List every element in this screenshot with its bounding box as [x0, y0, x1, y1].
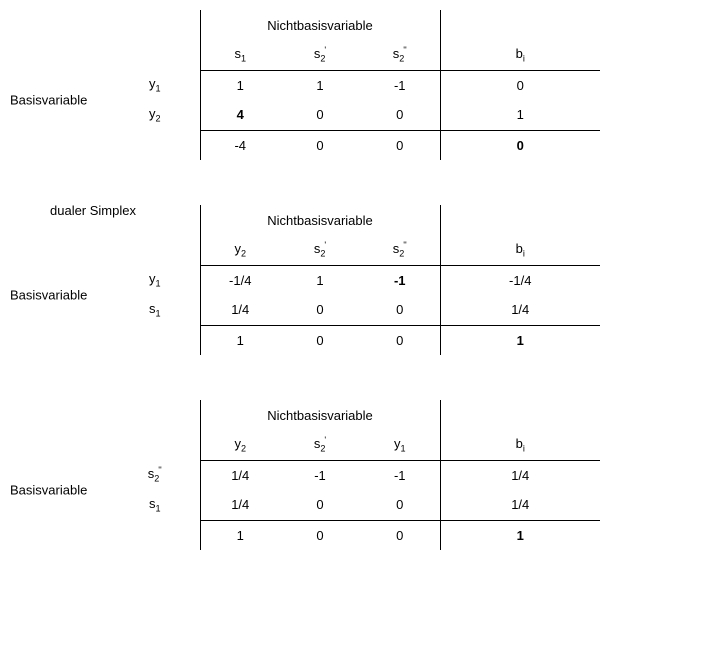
row-label: y1Basisvariable [110, 70, 200, 100]
row-label: s1 [110, 295, 200, 325]
col-header: y2 [200, 430, 280, 460]
cell: 0 [280, 100, 360, 130]
basis-label: Basisvariable [10, 483, 110, 498]
obj-cell: 0 [280, 520, 360, 550]
cell: 0 [360, 295, 440, 325]
cell: -1/4 [200, 265, 280, 295]
obj-cell: 1 [200, 520, 280, 550]
cell: -1 [360, 265, 440, 295]
cell: -1 [360, 460, 440, 490]
obj-cell-b: 0 [440, 130, 600, 160]
cell-b: 0 [440, 70, 600, 100]
obj-cell: 0 [280, 325, 360, 355]
basis-label: Basisvariable [10, 288, 110, 303]
row-label: y2 [110, 100, 200, 130]
cell: 4 [200, 100, 280, 130]
nonbasis-header: Nichtbasisvariable [200, 400, 440, 430]
cell-b: -1/4 [440, 265, 600, 295]
col-header-b: bi [440, 235, 600, 265]
obj-cell: 1 [200, 325, 280, 355]
col-header: y2 [200, 235, 280, 265]
cell-b: 1/4 [440, 460, 600, 490]
col-header-b: bi [440, 430, 600, 460]
cell: 1 [200, 70, 280, 100]
simplex-table: Nichtbasisvariabley2s2'y1bi s2''Basisvari… [110, 400, 600, 550]
col-header: s2' [280, 430, 360, 460]
row-label: s1 [110, 490, 200, 520]
obj-cell: 0 [360, 325, 440, 355]
simplex-table: Nichtbasisvariables1s2's2''bi y1Basisvari… [110, 10, 600, 160]
col-header-b: bi [440, 40, 600, 70]
col-header: s2'' [360, 40, 440, 70]
obj-cell: 0 [360, 130, 440, 160]
nonbasis-header: Nichtbasisvariable [200, 205, 440, 235]
obj-cell: 0 [360, 520, 440, 550]
cell: 0 [280, 490, 360, 520]
nonbasis-header: Nichtbasisvariable [200, 10, 440, 40]
basis-label: Basisvariable [10, 93, 110, 108]
obj-cell: 0 [280, 130, 360, 160]
obj-cell-b: 1 [440, 520, 600, 550]
col-header: s2' [280, 40, 360, 70]
cell: 1/4 [200, 490, 280, 520]
cell: 1 [280, 265, 360, 295]
cell: -1 [360, 70, 440, 100]
cell: 0 [360, 490, 440, 520]
simplex-table: Nichtbasisvariabley2s2's2''bi y1Basisvari… [110, 205, 600, 355]
cell: 0 [360, 100, 440, 130]
cell-b: 1/4 [440, 295, 600, 325]
col-header: y1 [360, 430, 440, 460]
cell: 1 [280, 70, 360, 100]
tableau: dualer SimplexNichtbasisvariabley2s2's2'… [10, 205, 699, 355]
cell-b: 1 [440, 100, 600, 130]
cell: 1/4 [200, 460, 280, 490]
obj-cell: -4 [200, 130, 280, 160]
cell: -1 [280, 460, 360, 490]
tableau: Nichtbasisvariables1s2's2''bi y1Basisvari… [10, 10, 699, 160]
tableau: Nichtbasisvariabley2s2'y1bi s2''Basisvari… [10, 400, 699, 550]
row-label: y1Basisvariable [110, 265, 200, 295]
col-header: s1 [200, 40, 280, 70]
cell-b: 1/4 [440, 490, 600, 520]
col-header: s2' [280, 235, 360, 265]
cell: 1/4 [200, 295, 280, 325]
row-label: s2''Basisvariable [110, 460, 200, 490]
obj-cell-b: 1 [440, 325, 600, 355]
col-header: s2'' [360, 235, 440, 265]
cell: 0 [280, 295, 360, 325]
